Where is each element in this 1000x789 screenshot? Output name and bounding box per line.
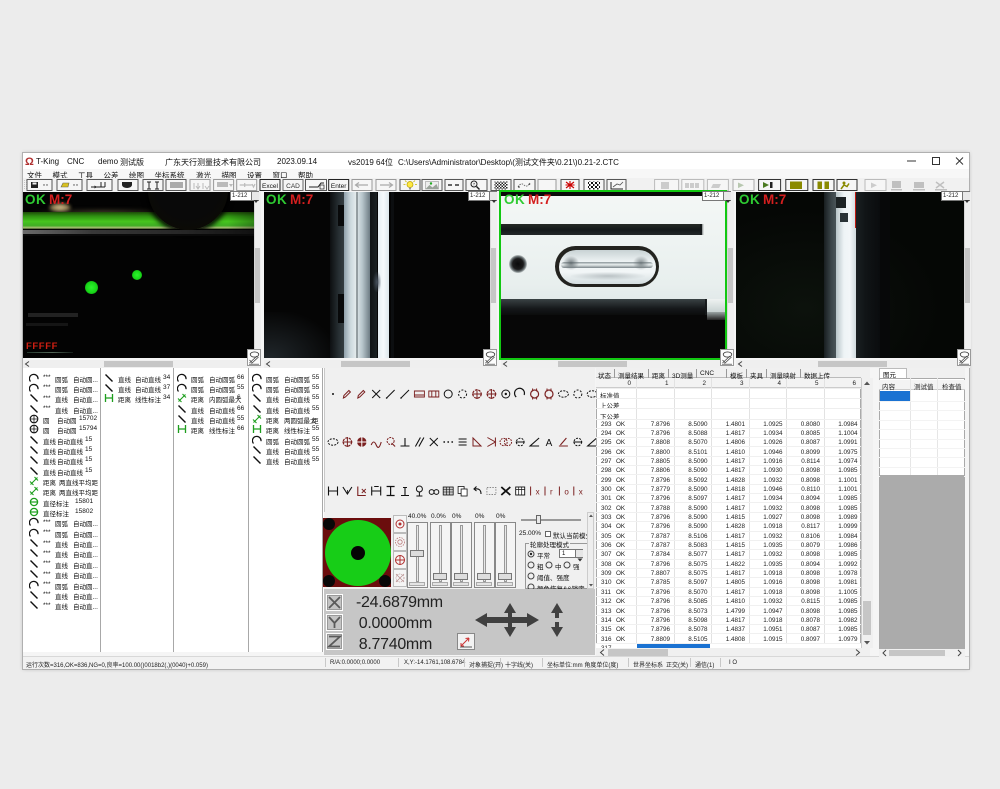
svg-text:o: o xyxy=(564,488,569,497)
svg-text:CAD: CAD xyxy=(286,183,300,190)
svg-text:r: r xyxy=(550,488,553,497)
svg-text:x: x xyxy=(579,488,583,497)
svg-text:Enter: Enter xyxy=(331,183,347,190)
svg-text:x: x xyxy=(536,488,540,497)
svg-text:A: A xyxy=(546,438,553,449)
svg-text:Excel: Excel xyxy=(262,183,278,190)
